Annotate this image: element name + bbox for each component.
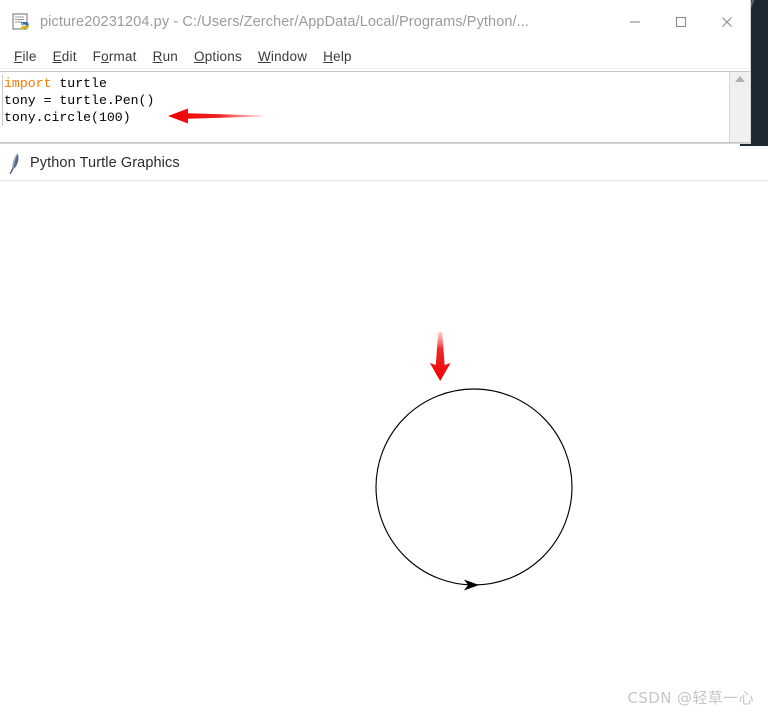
menu-item-format[interactable]: Format: [85, 49, 145, 64]
menu-format-post: rmat: [108, 48, 137, 64]
menu-file-post: ile: [22, 48, 37, 64]
menu-item-run[interactable]: Run: [145, 49, 186, 64]
menu-window-accel: W: [257, 48, 271, 64]
turtle-window-titlebar: Python Turtle Graphics: [0, 146, 768, 181]
minimize-icon: [630, 21, 640, 23]
close-button[interactable]: [704, 0, 750, 44]
code-line2: tony = turtle.Pen(): [4, 93, 155, 108]
menu-options-accel: O: [194, 48, 205, 64]
csdn-watermark: CSDN @轻草一心: [627, 689, 754, 707]
code-line3: tony.circle(100): [4, 110, 131, 125]
minimize-button[interactable]: [612, 0, 658, 44]
menu-item-window[interactable]: Window: [250, 49, 315, 64]
python-idle-icon: [12, 12, 32, 32]
menu-item-edit[interactable]: Edit: [45, 49, 85, 64]
idle-editor-window: picture20231204.py - C:/Users/Zercher/Ap…: [0, 0, 751, 144]
maximize-button[interactable]: [658, 0, 704, 44]
menu-options-post: ptions: [204, 48, 242, 64]
code-keyword-import: import: [4, 76, 52, 91]
code-editor-area[interactable]: import turtle tony = turtle.Pen() tony.c…: [0, 71, 750, 143]
menu-item-help[interactable]: Help: [315, 49, 360, 64]
menu-help-post: elp: [333, 48, 352, 64]
line-number-gutter: [0, 75, 3, 126]
menu-edit-accel: E: [52, 48, 62, 64]
window-controls: [612, 0, 750, 44]
menu-edit-post: dit: [61, 48, 77, 64]
editor-menubar: File Edit Format Run Options Window Help: [0, 44, 750, 69]
screen-root: picture20231204.py - C:/Users/Zercher/Ap…: [0, 0, 768, 716]
turtle-drawn-circle: [375, 388, 573, 586]
feather-icon: [6, 152, 22, 174]
editor-title-text: picture20231204.py - C:/Users/Zercher/Ap…: [40, 14, 530, 30]
menu-run-post: un: [162, 48, 178, 64]
menu-item-file[interactable]: File: [6, 49, 45, 64]
editor-titlebar: picture20231204.py - C:/Users/Zercher/Ap…: [0, 0, 750, 44]
menu-window-post: indow: [270, 48, 308, 64]
turtle-graphics-canvas[interactable]: [0, 182, 768, 716]
menu-run-accel: R: [152, 48, 163, 64]
menu-item-options[interactable]: Options: [186, 49, 250, 64]
maximize-icon: [675, 16, 687, 28]
code-vertical-scrollbar[interactable]: [729, 72, 750, 142]
menu-help-accel: H: [323, 48, 334, 64]
menu-format-pre: F: [92, 48, 102, 64]
code-line1-rest: turtle: [51, 76, 107, 91]
red-arrow-pointing-at-circle-start: [429, 332, 451, 381]
code-text[interactable]: import turtle tony = turtle.Pen() tony.c…: [4, 75, 724, 142]
scroll-up-arrow-icon[interactable]: [735, 76, 745, 82]
menu-format-accel: o: [101, 48, 109, 64]
close-icon: [722, 17, 732, 27]
turtle-window-title: Python Turtle Graphics: [30, 155, 180, 171]
